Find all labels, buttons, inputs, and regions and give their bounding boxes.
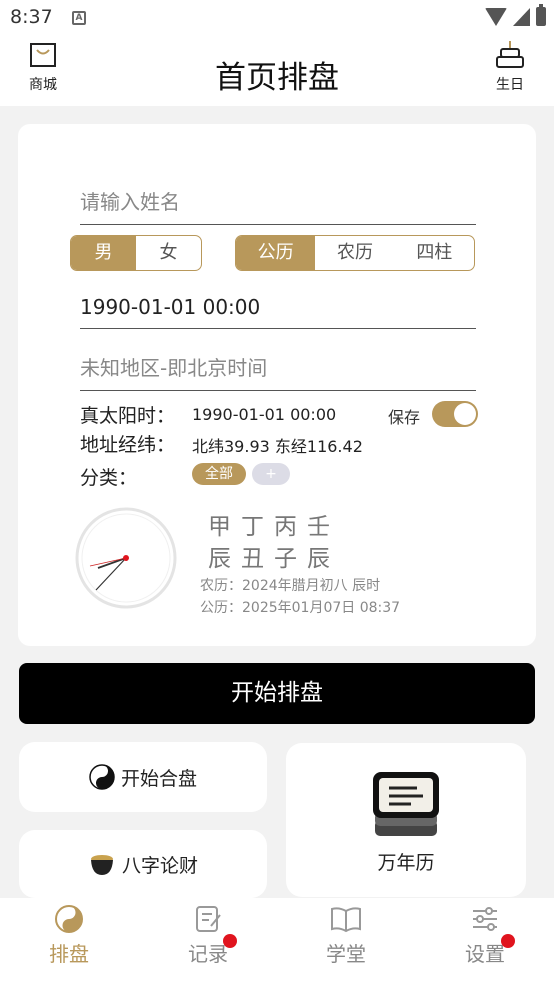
- signal-icon: [513, 7, 530, 26]
- wifi-icon: [485, 7, 507, 26]
- yin-yang-icon: [89, 764, 115, 790]
- notebook-edit-icon: [196, 906, 221, 932]
- tab-school-label: 学堂: [326, 942, 366, 966]
- treasure-pot-icon: [90, 855, 113, 875]
- solar-date-line: 公历：2025年01月07日 08:37: [200, 600, 401, 616]
- tab-school[interactable]: 学堂: [296, 904, 396, 967]
- calendar-pillars-option[interactable]: 四柱: [395, 236, 474, 270]
- start-chart-button[interactable]: 开始排盘: [19, 663, 535, 724]
- tab-settings-label: 设置: [465, 942, 505, 966]
- name-input[interactable]: 请输入姓名: [80, 186, 476, 225]
- tab-paipan[interactable]: 排盘: [19, 904, 119, 967]
- tab-paipan-label: 排盘: [49, 942, 89, 966]
- bazi-caifu-card[interactable]: 八字论财: [19, 830, 267, 898]
- birthday-label: 生日: [496, 77, 524, 93]
- chart-form-card: 请输入姓名 男 女 公历 农历 四柱 1990-01-01 00:00 未知地区…: [18, 124, 536, 646]
- gender-female-option[interactable]: 女: [136, 236, 201, 270]
- birth-region-input[interactable]: 未知地区-即北京时间: [80, 352, 476, 391]
- wannianli-label: 万年历: [377, 851, 435, 874]
- wannianli-card[interactable]: 万年历: [286, 743, 526, 897]
- status-bar: 8:37 A: [0, 0, 554, 36]
- hepan-card[interactable]: 开始合盘: [19, 742, 267, 812]
- settings-badge: [501, 934, 515, 948]
- heavenly-stems: 甲丁丙壬: [208, 514, 340, 540]
- calendar-solar-option[interactable]: 公历: [236, 236, 316, 270]
- category-all-tag[interactable]: 全部: [192, 463, 246, 485]
- open-book-icon: [331, 907, 361, 933]
- calendar-icon: [373, 771, 439, 836]
- bottom-tab-bar: 排盘 记录 学堂 设置: [0, 898, 554, 985]
- sliders-icon: [473, 907, 497, 931]
- save-toggle[interactable]: [432, 401, 478, 427]
- category-label: 分类：: [80, 467, 138, 489]
- solar-time-value: 1990-01-01 00:00: [192, 405, 337, 424]
- status-time: 8:37: [10, 6, 53, 28]
- notification-icon: A: [72, 11, 86, 25]
- coords-value: 北纬39.93 东经116.42: [192, 437, 363, 456]
- birth-datetime-input[interactable]: 1990-01-01 00:00: [80, 295, 476, 329]
- gender-male-option[interactable]: 男: [71, 236, 136, 270]
- lunar-date-line: 农历：2024年腊月初八 辰时: [200, 578, 381, 594]
- page-title: 首页排盘: [215, 60, 339, 96]
- tab-settings[interactable]: 设置: [435, 904, 535, 967]
- solar-time-label: 真太阳时：: [80, 405, 176, 427]
- calendar-lunar-option[interactable]: 农历: [315, 236, 394, 270]
- records-badge: [223, 934, 237, 948]
- status-icons: [485, 4, 546, 26]
- yin-yang-tab-icon: [55, 905, 83, 933]
- analog-clock: [75, 507, 177, 609]
- birthday-button[interactable]: 生日: [485, 40, 535, 94]
- earthly-branches: 辰丑子辰: [208, 546, 340, 572]
- gender-selector: 男 女: [70, 235, 202, 271]
- app-header: 商城 首页排盘 生日: [0, 36, 554, 106]
- birthday-cake-icon: [496, 41, 524, 68]
- save-label: 保存: [388, 408, 421, 427]
- calendar-type-selector: 公历 农历 四柱: [235, 235, 475, 271]
- battery-icon: [536, 4, 546, 26]
- hepan-label: 开始合盘: [120, 767, 197, 790]
- tab-records-label: 记录: [188, 942, 228, 966]
- bazi-caifu-label: 八字论财: [121, 854, 198, 877]
- coords-label: 地址经纬：: [80, 434, 176, 456]
- tab-records[interactable]: 记录: [158, 904, 258, 967]
- category-add-button[interactable]: +: [252, 463, 290, 485]
